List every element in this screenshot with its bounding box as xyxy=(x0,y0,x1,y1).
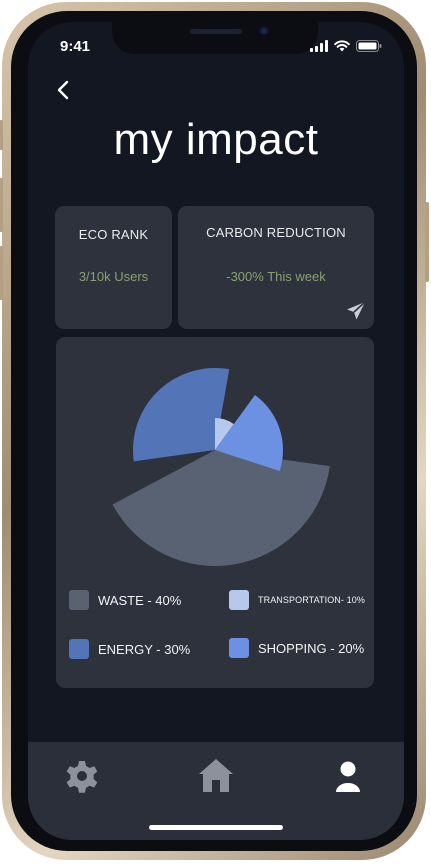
volume-down-button xyxy=(0,246,3,300)
pie-slice-waste xyxy=(112,450,330,566)
legend-label-shopping: SHOPPING - 20% xyxy=(258,640,365,656)
camera xyxy=(259,26,269,36)
screen: 9:41 my impact ECO RANK 3/10k Users CARB… xyxy=(28,22,404,840)
tab-settings[interactable] xyxy=(62,756,102,796)
notch xyxy=(112,22,318,54)
legend-item-transportation: TRANSPORTATION- 10% xyxy=(229,590,365,610)
legend-label-transportation: TRANSPORTATION- 10% xyxy=(258,595,365,605)
user-icon xyxy=(336,761,360,792)
legend-swatch-shopping xyxy=(229,638,249,658)
wifi-icon xyxy=(334,40,350,52)
legend-label-energy: ENERGY - 30% xyxy=(98,641,191,657)
back-button[interactable] xyxy=(52,78,76,102)
volume-up-button xyxy=(0,178,3,232)
speaker xyxy=(190,29,242,34)
legend-item-energy: ENERGY - 30% xyxy=(69,639,190,659)
carbon-reduction-title: CARBON REDUCTION xyxy=(206,225,346,240)
page-title: my impact xyxy=(113,115,319,164)
tab-profile[interactable] xyxy=(328,756,368,796)
eco-rank-value: 3/10k Users xyxy=(78,269,149,284)
legend-item-shopping: SHOPPING - 20% xyxy=(229,638,364,658)
legend-swatch-transportation xyxy=(229,590,249,610)
status-time: 9:41 xyxy=(60,38,91,55)
legend-swatch-waste xyxy=(69,590,89,610)
impact-chart-card: WASTE - 40% TRANSPORTATION- 10% ENERGY -… xyxy=(56,337,374,688)
battery-icon xyxy=(356,40,382,52)
tab-home[interactable] xyxy=(196,756,236,796)
eco-rank-title: ECO RANK xyxy=(78,227,149,242)
eco-rank-card: ECO RANK 3/10k Users xyxy=(55,206,172,329)
pie-slice-energy xyxy=(133,368,230,462)
signal-icon xyxy=(310,40,328,52)
legend-item-waste: WASTE - 40% xyxy=(69,590,181,610)
status-icons xyxy=(310,40,382,52)
home-icon xyxy=(199,759,233,792)
carbon-reduction-card: CARBON REDUCTION -300% This week xyxy=(178,206,374,329)
side-button xyxy=(0,120,3,150)
impact-pie-chart xyxy=(112,368,330,566)
home-indicator xyxy=(149,825,283,830)
power-button xyxy=(425,202,429,282)
legend-label-waste: WASTE - 40% xyxy=(98,592,182,608)
chevron-left-icon xyxy=(57,80,69,100)
legend-swatch-energy xyxy=(69,639,89,659)
carbon-reduction-value: -300% This week xyxy=(226,269,326,284)
send-icon xyxy=(347,301,366,320)
gear-icon xyxy=(66,761,98,793)
share-button[interactable] xyxy=(346,301,366,321)
